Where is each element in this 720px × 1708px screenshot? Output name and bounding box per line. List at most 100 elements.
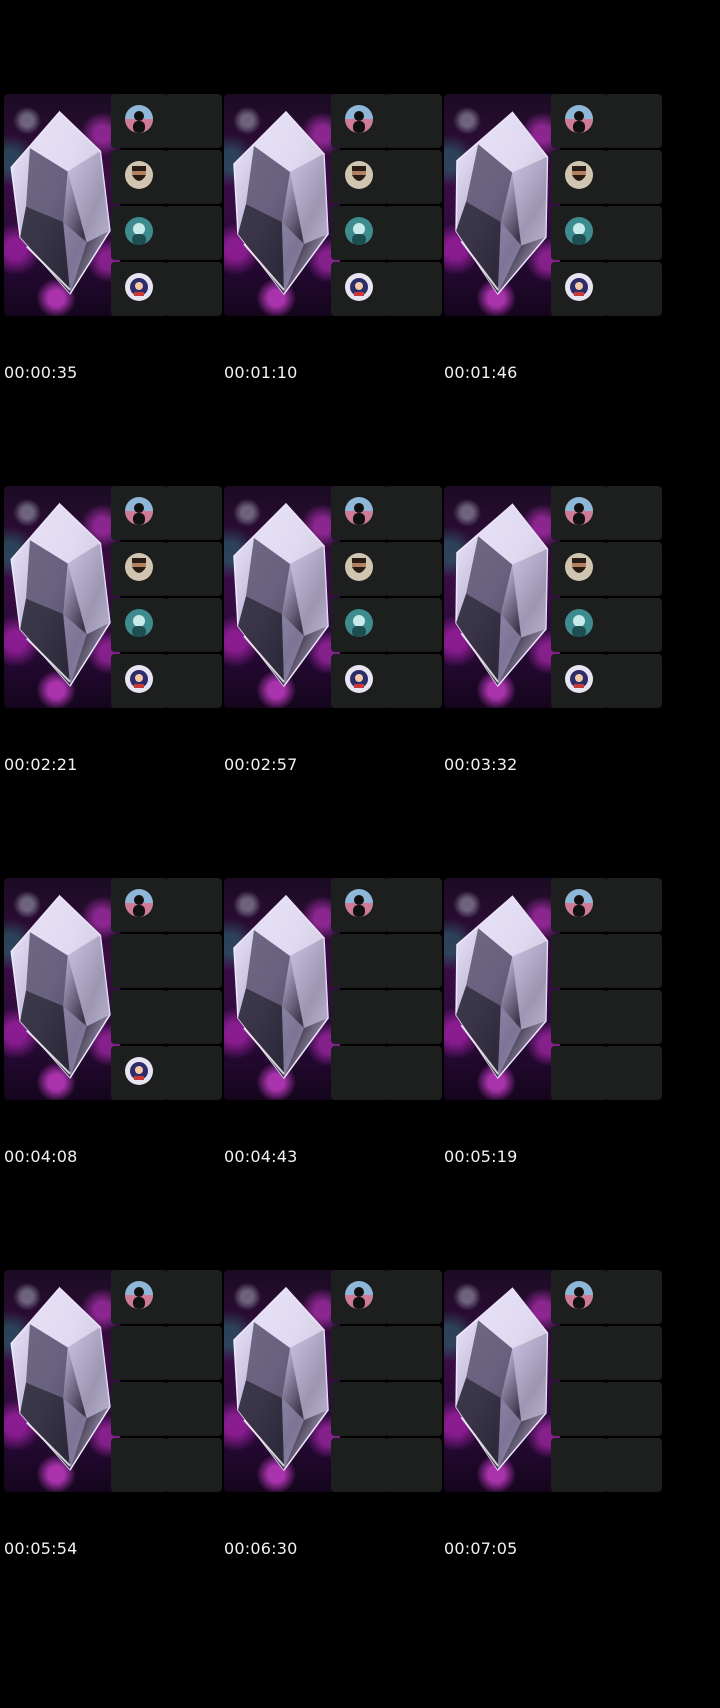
participant-tile <box>551 1046 608 1100</box>
empty-tile <box>605 94 662 148</box>
empty-tile <box>385 486 442 540</box>
person-silhouette-avatar <box>125 1281 153 1309</box>
person-silhouette-avatar <box>565 1281 593 1309</box>
bearded-man-avatar <box>125 553 153 581</box>
video-frame-thumbnail[interactable] <box>444 94 680 316</box>
video-frame-thumbnail[interactable] <box>444 486 680 708</box>
frame-timestamp: 00:01:10 <box>224 363 298 382</box>
empty-tile <box>385 1438 442 1492</box>
empty-tile <box>385 206 442 260</box>
video-frame-thumbnail[interactable] <box>444 1270 680 1492</box>
teal-portrait-avatar <box>565 609 593 637</box>
participant-tile <box>111 1270 168 1324</box>
frame-timestamp: 00:04:43 <box>224 1147 298 1166</box>
frame-timestamp: 00:03:32 <box>444 755 518 774</box>
video-frame-thumbnail[interactable] <box>4 94 240 316</box>
participant-tile <box>111 94 168 148</box>
participant-tile <box>551 94 608 148</box>
participant-tile <box>551 654 608 708</box>
empty-tile <box>605 542 662 596</box>
crystal-image <box>455 503 549 688</box>
empty-tile <box>385 94 442 148</box>
empty-tile <box>385 1270 442 1324</box>
participant-tile <box>111 934 168 988</box>
empty-tile <box>605 934 662 988</box>
empty-tile <box>165 206 222 260</box>
crystal-image <box>455 1287 549 1472</box>
teal-portrait-avatar <box>345 609 373 637</box>
participant-tile <box>111 1326 168 1380</box>
bearded-man-avatar <box>565 161 593 189</box>
participant-tile <box>551 542 608 596</box>
bearded-man-avatar <box>345 161 373 189</box>
astronaut-avatar <box>125 1057 153 1085</box>
teal-portrait-avatar <box>125 217 153 245</box>
frame-timestamp: 00:06:30 <box>224 1539 298 1558</box>
empty-tile <box>165 486 222 540</box>
person-silhouette-avatar <box>125 497 153 525</box>
video-frame-thumbnail[interactable] <box>224 1270 460 1492</box>
empty-tile <box>385 654 442 708</box>
frame-timestamp: 00:01:46 <box>444 363 518 382</box>
participant-tile <box>111 598 168 652</box>
participant-tile <box>551 486 608 540</box>
video-frame-thumbnail[interactable] <box>224 486 460 708</box>
astronaut-avatar <box>125 273 153 301</box>
astronaut-avatar <box>345 273 373 301</box>
video-frame-thumbnail[interactable] <box>224 878 460 1100</box>
participant-tile <box>331 542 388 596</box>
participant-tile <box>551 1326 608 1380</box>
empty-tile <box>165 150 222 204</box>
empty-tile <box>605 654 662 708</box>
participant-tile <box>331 94 388 148</box>
frame-timestamp: 00:02:57 <box>224 755 298 774</box>
participant-tile <box>111 206 168 260</box>
empty-tile <box>165 1270 222 1324</box>
person-silhouette-avatar <box>345 889 373 917</box>
empty-tile <box>385 934 442 988</box>
participant-tile <box>331 206 388 260</box>
empty-tile <box>605 486 662 540</box>
empty-tile <box>385 1046 442 1100</box>
participant-tile <box>551 1270 608 1324</box>
empty-tile <box>165 94 222 148</box>
frame-timestamp: 00:05:54 <box>4 1539 78 1558</box>
empty-tile <box>165 654 222 708</box>
crystal-image <box>233 502 329 688</box>
video-frame-thumbnail[interactable] <box>4 486 240 708</box>
bearded-man-avatar <box>345 553 373 581</box>
crystal-image <box>233 894 329 1080</box>
crystal-video-panel <box>444 486 560 708</box>
video-frame-thumbnail[interactable] <box>224 94 460 316</box>
video-frame-thumbnail[interactable] <box>4 878 240 1100</box>
empty-tile <box>605 1046 662 1100</box>
participant-tile <box>111 878 168 932</box>
crystal-video-panel <box>224 486 340 708</box>
video-frame-thumbnail[interactable] <box>444 878 680 1100</box>
empty-tile <box>605 206 662 260</box>
participant-tile <box>331 1382 388 1436</box>
participant-tile <box>111 262 168 316</box>
empty-tile <box>385 1326 442 1380</box>
participant-tile <box>111 990 168 1044</box>
person-silhouette-avatar <box>345 497 373 525</box>
crystal-image <box>10 894 111 1079</box>
video-frame-thumbnail[interactable] <box>4 1270 240 1492</box>
empty-tile <box>605 1270 662 1324</box>
participant-tile <box>111 1438 168 1492</box>
participant-tile <box>331 1270 388 1324</box>
frame-timestamp: 00:05:19 <box>444 1147 518 1166</box>
person-silhouette-avatar <box>565 497 593 525</box>
teal-portrait-avatar <box>345 217 373 245</box>
frame-timestamp: 00:07:05 <box>444 1539 518 1558</box>
frame-timestamp: 00:04:08 <box>4 1147 78 1166</box>
person-silhouette-avatar <box>565 105 593 133</box>
empty-tile <box>605 598 662 652</box>
participant-tile <box>551 1438 608 1492</box>
participant-tile <box>331 990 388 1044</box>
crystal-video-panel <box>224 878 340 1100</box>
astronaut-avatar <box>125 665 153 693</box>
crystal-image <box>10 110 111 295</box>
participant-tile <box>331 598 388 652</box>
crystal-video-panel <box>4 486 120 708</box>
